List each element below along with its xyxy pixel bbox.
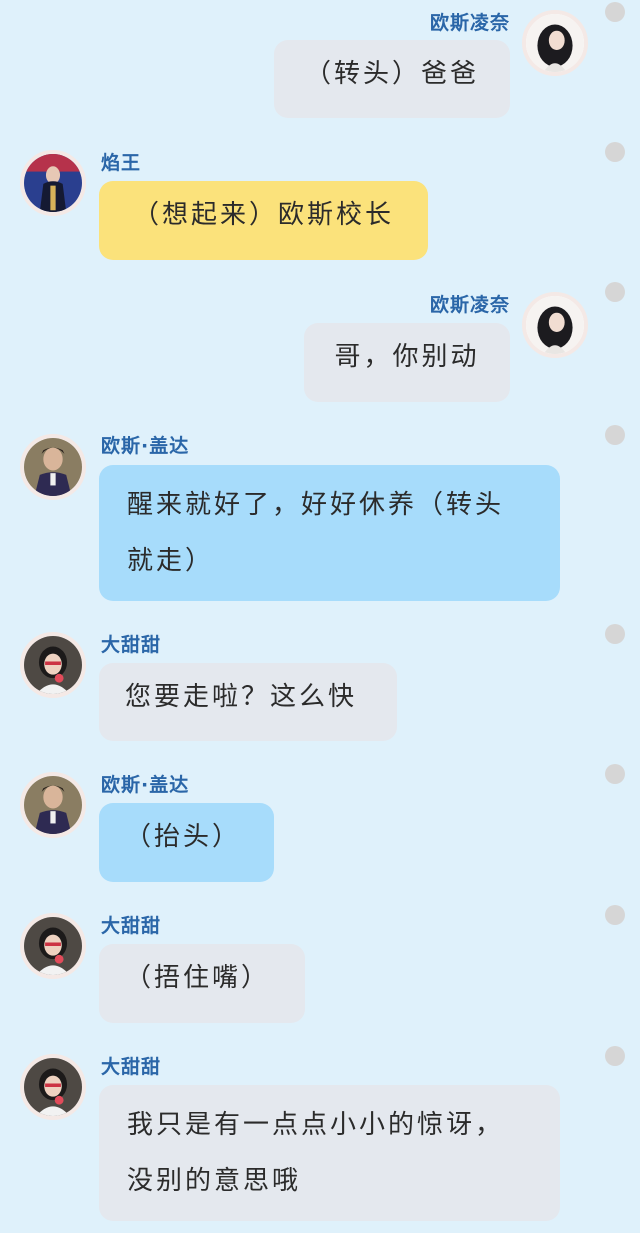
message-bubble[interactable]: （转头）爸爸 <box>274 40 510 118</box>
sender-name: 大甜甜 <box>101 634 162 656</box>
avatar-ousi-gaida[interactable] <box>20 772 86 838</box>
avatar-datiantian[interactable] <box>20 632 86 698</box>
status-dot[interactable] <box>605 624 625 644</box>
sender-name: 大甜甜 <box>101 915 162 937</box>
message-bubble[interactable]: （想起来）欧斯校长 <box>99 181 428 260</box>
message-bubble[interactable]: 我只是有一点点小小的惊讶，没别的意思哦 <box>99 1085 560 1221</box>
status-dot[interactable] <box>605 282 625 302</box>
message-bubble[interactable]: 哥，你别动 <box>304 323 510 402</box>
avatar-ousi-lingnai[interactable] <box>522 10 588 76</box>
status-dot[interactable] <box>605 905 625 925</box>
status-dot[interactable] <box>605 2 625 22</box>
status-dot[interactable] <box>605 425 625 445</box>
sender-name: 欧斯·盖达 <box>101 435 190 457</box>
status-dot[interactable] <box>605 1046 625 1066</box>
sender-name: 欧斯凌奈 <box>429 12 510 34</box>
avatar-ousi-gaida[interactable] <box>20 434 86 500</box>
status-dot[interactable] <box>605 142 625 162</box>
message-bubble[interactable]: （捂住嘴） <box>99 944 305 1023</box>
sender-name: 大甜甜 <box>101 1056 162 1078</box>
message-bubble[interactable]: 您要走啦？这么快 <box>99 663 397 741</box>
avatar-ousi-lingnai[interactable] <box>522 292 588 358</box>
avatar-datiantian[interactable] <box>20 1054 86 1120</box>
status-dot[interactable] <box>605 764 625 784</box>
sender-name: 欧斯·盖达 <box>101 774 190 796</box>
message-bubble[interactable]: 醒来就好了，好好休养（转头就走） <box>99 465 560 601</box>
sender-name: 焰王 <box>101 152 142 174</box>
message-bubble[interactable]: （抬头） <box>99 803 274 882</box>
avatar-yanwang[interactable] <box>20 150 86 216</box>
avatar-datiantian[interactable] <box>20 913 86 979</box>
sender-name: 欧斯凌奈 <box>429 294 510 316</box>
chat-screen: { "messages": [ {"sender": "欧斯凌奈", "text… <box>0 0 640 1233</box>
